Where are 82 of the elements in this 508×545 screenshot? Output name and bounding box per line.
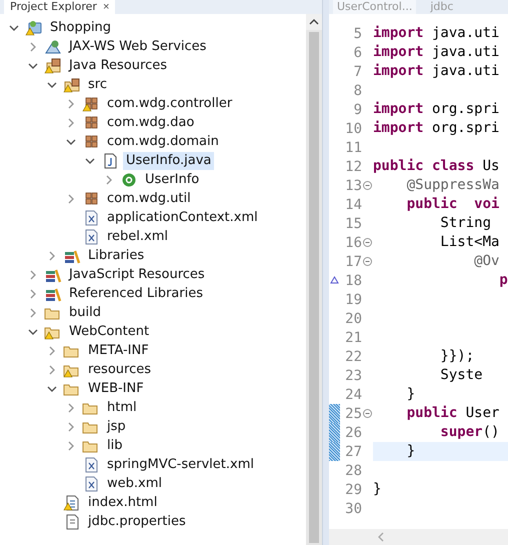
view-tab[interactable]: Project Explorer × bbox=[4, 0, 116, 14]
line-number: 30 bbox=[344, 500, 362, 516]
code-line: import org.spri bbox=[373, 100, 500, 119]
line-number: 25 bbox=[344, 406, 362, 422]
line-number: 26 bbox=[344, 424, 362, 440]
tree-item[interactable]: com.wdg.dao bbox=[104, 114, 198, 132]
line-number: 12 bbox=[344, 158, 362, 174]
scroll-up-icon[interactable] bbox=[306, 14, 322, 30]
line-number: 16 bbox=[344, 234, 362, 250]
tree-item[interactable]: com.wdg.util bbox=[104, 190, 194, 208]
fold-icon[interactable] bbox=[363, 257, 372, 266]
tree-item[interactable]: web.xml bbox=[104, 474, 165, 492]
line-number: 19 bbox=[344, 292, 362, 308]
tree-item[interactable]: rebel.xml bbox=[104, 228, 172, 246]
tree-item[interactable]: springMVC-servlet.xml bbox=[104, 456, 257, 474]
code-line: public voi bbox=[406, 195, 500, 214]
tree-item[interactable]: Java Resources bbox=[66, 56, 170, 74]
code-line: import java.uti bbox=[373, 43, 500, 62]
fold-icon[interactable] bbox=[363, 409, 372, 418]
line-number: 23 bbox=[344, 368, 362, 384]
line-number: 27 bbox=[344, 444, 362, 460]
code-line: @Ov bbox=[473, 252, 500, 271]
tree-item[interactable]: JAX-WS Web Services bbox=[66, 38, 210, 56]
close-button[interactable]: × bbox=[102, 1, 110, 13]
code-line: import java.uti bbox=[373, 24, 500, 43]
tree-item[interactable]: lib bbox=[104, 436, 126, 454]
horizontal-scrollbar[interactable] bbox=[329, 529, 508, 545]
line-number: 24 bbox=[344, 386, 362, 402]
line-number: 7 bbox=[352, 64, 362, 80]
fold-icon[interactable] bbox=[363, 238, 372, 247]
code-line: public User bbox=[406, 404, 500, 423]
line-number: 18 bbox=[344, 272, 362, 288]
line-number: 11 bbox=[344, 140, 362, 156]
line-number: 13 bbox=[344, 178, 362, 194]
tree-item[interactable]: com.wdg.domain bbox=[104, 132, 222, 150]
tree-item[interactable]: html bbox=[104, 398, 140, 416]
line-number: 10 bbox=[344, 120, 362, 136]
line-number: 6 bbox=[352, 44, 362, 60]
code-line: } bbox=[406, 442, 416, 461]
code-line: import org.spri bbox=[373, 119, 500, 138]
code-line: public class Us bbox=[373, 157, 500, 176]
line-number: 5 bbox=[352, 26, 362, 42]
code-line: String bbox=[439, 214, 492, 233]
tree-item[interactable]: Shopping bbox=[47, 18, 114, 36]
tree-item[interactable]: JavaScript Resources bbox=[66, 266, 208, 284]
code-line: }}); bbox=[439, 347, 474, 366]
line-number: 21 bbox=[344, 330, 362, 346]
tree-item[interactable]: UserInfo.java bbox=[123, 152, 214, 170]
line-number: 8 bbox=[352, 82, 362, 98]
tree-item[interactable]: index.html bbox=[85, 494, 160, 512]
tree-item[interactable]: WebContent bbox=[66, 322, 152, 340]
tree-item[interactable]: com.wdg.controller bbox=[104, 94, 236, 112]
tree-item[interactable]: UserInfo bbox=[142, 170, 202, 188]
line-number: 15 bbox=[344, 216, 362, 232]
tree-item[interactable]: jdbc.properties bbox=[85, 512, 189, 530]
line-number: 14 bbox=[344, 196, 362, 212]
line-number: 22 bbox=[344, 348, 362, 364]
tree-item[interactable]: META-INF bbox=[85, 342, 152, 360]
fold-icon[interactable] bbox=[363, 181, 372, 190]
code-line: } bbox=[373, 480, 382, 499]
line-number: 17 bbox=[344, 254, 362, 270]
line-number: 9 bbox=[352, 102, 362, 118]
code-line: Syste bbox=[439, 366, 483, 385]
code-line: List<Ma bbox=[439, 233, 500, 252]
vertical-scrollbar[interactable] bbox=[306, 14, 322, 545]
tree-item[interactable]: jsp bbox=[104, 418, 129, 436]
code-line: p bbox=[498, 271, 508, 290]
tree-item[interactable]: applicationContext.xml bbox=[104, 208, 261, 226]
tree-item[interactable]: build bbox=[66, 304, 104, 322]
line-number: 20 bbox=[344, 310, 362, 326]
code-line: } bbox=[406, 385, 416, 404]
line-number: 28 bbox=[344, 462, 362, 478]
tree-item[interactable]: WEB-INF bbox=[85, 380, 147, 398]
tree-item[interactable]: src bbox=[85, 76, 110, 94]
code-line: @SuppressWa bbox=[406, 176, 500, 195]
code-line: super() bbox=[439, 423, 500, 442]
view-title: Project Explorer bbox=[10, 0, 97, 14]
tree-item[interactable]: resources bbox=[85, 360, 154, 378]
code-line: import java.uti bbox=[373, 62, 500, 81]
line-number: 29 bbox=[344, 482, 362, 498]
tree-item[interactable]: Libraries bbox=[85, 246, 148, 264]
tree-item[interactable]: Referenced Libraries bbox=[66, 284, 206, 302]
